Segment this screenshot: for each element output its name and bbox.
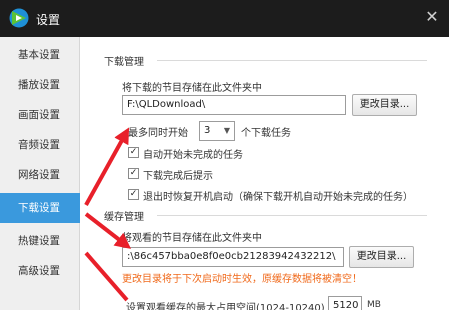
sidebar-item-display[interactable]: 画面设置	[0, 100, 80, 130]
auto-start-label: 自动开始未完成的任务	[143, 150, 243, 161]
restore-startup-label: 退出时恢复开机启动（确保下载开机自动开始未完成的任务）	[143, 192, 413, 203]
max-tasks-value: 3	[204, 125, 211, 136]
app-logo-icon	[9, 8, 29, 28]
download-complete-label: 下载完成后提示	[143, 171, 213, 182]
download-complete-option[interactable]: ✓ 下载完成后提示	[128, 166, 288, 182]
title-bar: 设置 ✕	[0, 0, 449, 37]
max-tasks-suffix: 个下载任务	[241, 128, 291, 139]
sidebar-item-advanced[interactable]: 高级设置	[0, 256, 80, 286]
sidebar-item-network[interactable]: 网络设置	[0, 160, 80, 190]
cache-warning-text: 更改目录将于下次启动时生效，原缓存数据将被清空！	[122, 274, 362, 285]
max-space-label: 设置观看缓存的最大占用空间(1024-10240)	[126, 303, 325, 310]
sidebar-item-hotkeys[interactable]: 热键设置	[0, 226, 80, 256]
sidebar-item-audio[interactable]: 音频设置	[0, 130, 80, 160]
section-divider	[157, 60, 427, 61]
download-section-title: 下载管理	[104, 57, 144, 68]
settings-sidebar: 基本设置 播放设置 画面设置 音频设置 网络设置 下载设置 热键设置 高级设置	[0, 37, 80, 310]
sidebar-item-basic[interactable]: 基本设置	[0, 40, 80, 70]
window-title: 设置	[36, 13, 61, 27]
cache-path-label: 将观看的节目存储在此文件夹中	[122, 233, 262, 244]
download-change-dir-button[interactable]: 更改目录...	[352, 94, 417, 116]
auto-start-checkbox[interactable]: ✓	[128, 147, 139, 158]
restore-startup-option[interactable]: ✓ 退出时恢复开机启动（确保下载开机自动开始未完成的任务）	[128, 187, 438, 203]
max-space-field[interactable]: 5120	[328, 296, 362, 310]
section-divider	[157, 215, 427, 216]
sidebar-item-download[interactable]: 下载设置	[0, 193, 80, 223]
restore-startup-checkbox[interactable]: ✓	[128, 189, 139, 200]
download-path-field[interactable]: F:\QLDownload\	[122, 95, 346, 115]
sidebar-item-playback[interactable]: 播放设置	[0, 70, 80, 100]
settings-content: 下载管理 将下载的节目存储在此文件夹中 F:\QLDownload\ 更改目录.…	[81, 37, 449, 310]
cache-section-title: 缓存管理	[104, 212, 144, 223]
max-tasks-select[interactable]: 3 ▼	[199, 121, 235, 141]
close-icon[interactable]: ✕	[424, 8, 440, 26]
max-tasks-prefix: 最多同时开始	[128, 128, 188, 139]
download-complete-checkbox[interactable]: ✓	[128, 168, 139, 179]
cache-change-dir-button[interactable]: 更改目录...	[349, 246, 414, 268]
auto-start-option[interactable]: ✓ 自动开始未完成的任务	[128, 145, 308, 161]
chevron-down-icon: ▼	[223, 126, 230, 135]
max-space-unit: MB	[367, 300, 381, 310]
cache-path-field[interactable]: :\86c457bba0e8f0e0cb21283942432212\	[122, 247, 344, 267]
download-path-label: 将下载的节目存储在此文件夹中	[122, 83, 262, 94]
